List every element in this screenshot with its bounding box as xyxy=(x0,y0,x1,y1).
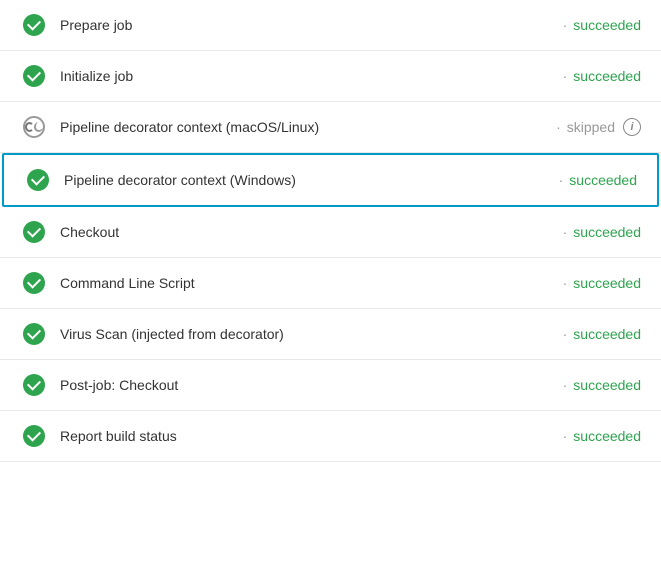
job-row-checkout[interactable]: Checkout · succeeded xyxy=(0,207,661,258)
pipeline-decorator-macos-name: Pipeline decorator context (macOS/Linux) xyxy=(60,119,550,135)
prepare-job-status: succeeded xyxy=(573,17,641,33)
prepare-job-icon xyxy=(20,14,48,36)
job-row-report-build-status[interactable]: Report build status · succeeded xyxy=(0,411,661,462)
prepare-job-name: Prepare job xyxy=(60,17,557,33)
post-job-checkout-separator: · xyxy=(563,377,568,393)
job-row-command-line-script[interactable]: Command Line Script · succeeded xyxy=(0,258,661,309)
pipeline-decorator-windows-name: Pipeline decorator context (Windows) xyxy=(64,172,553,188)
checkout-icon xyxy=(20,221,48,243)
pipeline-decorator-windows-separator: · xyxy=(559,172,564,188)
virus-scan-name: Virus Scan (injected from decorator) xyxy=(60,326,557,342)
pipeline-decorator-macos-info-icon[interactable]: i xyxy=(623,118,641,136)
checkout-separator: · xyxy=(563,224,568,240)
initialize-job-name: Initialize job xyxy=(60,68,557,84)
virus-scan-status: succeeded xyxy=(573,326,641,342)
checkout-status: succeeded xyxy=(573,224,641,240)
job-list: Prepare job · succeededInitialize job · … xyxy=(0,0,661,462)
command-line-script-status: succeeded xyxy=(573,275,641,291)
initialize-job-icon xyxy=(20,65,48,87)
pipeline-decorator-windows-status: succeeded xyxy=(569,172,637,188)
initialize-job-status: succeeded xyxy=(573,68,641,84)
pipeline-decorator-macos-separator: · xyxy=(556,119,561,135)
post-job-checkout-name: Post-job: Checkout xyxy=(60,377,557,393)
job-row-pipeline-decorator-macos[interactable]: Pipeline decorator context (macOS/Linux)… xyxy=(0,102,661,153)
job-row-virus-scan[interactable]: Virus Scan (injected from decorator) · s… xyxy=(0,309,661,360)
initialize-job-separator: · xyxy=(563,68,568,84)
post-job-checkout-status: succeeded xyxy=(573,377,641,393)
job-row-post-job-checkout[interactable]: Post-job: Checkout · succeeded xyxy=(0,360,661,411)
report-build-status-separator: · xyxy=(563,428,568,444)
command-line-script-separator: · xyxy=(563,275,568,291)
command-line-script-icon xyxy=(20,272,48,294)
virus-scan-icon xyxy=(20,323,48,345)
command-line-script-name: Command Line Script xyxy=(60,275,557,291)
virus-scan-separator: · xyxy=(563,326,568,342)
post-job-checkout-icon xyxy=(20,374,48,396)
job-row-pipeline-decorator-windows[interactable]: Pipeline decorator context (Windows) · s… xyxy=(2,153,659,207)
report-build-status-name: Report build status xyxy=(60,428,557,444)
checkout-name: Checkout xyxy=(60,224,557,240)
pipeline-decorator-macos-icon xyxy=(20,116,48,138)
report-build-status-status: succeeded xyxy=(573,428,641,444)
report-build-status-icon xyxy=(20,425,48,447)
pipeline-decorator-windows-icon xyxy=(24,169,52,191)
pipeline-decorator-macos-status: skipped xyxy=(567,119,615,135)
job-row-prepare-job[interactable]: Prepare job · succeeded xyxy=(0,0,661,51)
job-row-initialize-job[interactable]: Initialize job · succeeded xyxy=(0,51,661,102)
prepare-job-separator: · xyxy=(563,17,568,33)
